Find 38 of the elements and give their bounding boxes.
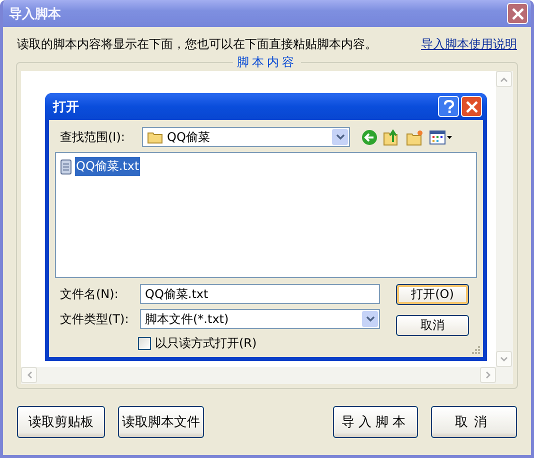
close-button[interactable] — [507, 3, 528, 24]
dialog-title: 打开 — [53, 98, 80, 116]
close-icon — [512, 8, 524, 20]
instruction-text: 读取的脚本内容将显示在下面，您也可以在下面直接粘贴脚本内容。 — [17, 36, 377, 52]
file-item[interactable]: QQ偷菜.txt — [75, 157, 140, 176]
file-name-field[interactable]: QQ偷菜.txt — [140, 284, 380, 304]
text-file-icon — [60, 158, 72, 174]
file-type-dropdown[interactable]: 脚本文件(*.txt) — [140, 309, 380, 329]
close-button[interactable] — [461, 96, 482, 117]
window-title: 导入脚本 — [9, 6, 62, 22]
help-link[interactable]: 导入脚本使用说明 — [421, 36, 517, 52]
help-icon — [442, 100, 454, 114]
look-in-label: 查找范围(I): — [59, 128, 126, 146]
help-button[interactable] — [438, 96, 459, 117]
file-name-label: 文件名(N): — [59, 286, 120, 302]
read-clipboard-button[interactable]: 读取剪贴板 — [17, 406, 105, 438]
vertical-scrollbar[interactable] — [496, 71, 513, 384]
view-menu-icon[interactable] — [429, 130, 453, 144]
read-only-label: 以只读方式打开(R) — [155, 335, 257, 352]
file-type-label: 文件类型(T): — [59, 310, 130, 328]
new-folder-icon[interactable] — [406, 128, 424, 146]
scroll-up-button[interactable] — [496, 71, 512, 87]
horizontal-scrollbar[interactable] — [21, 367, 496, 384]
close-icon — [466, 100, 478, 112]
import-button[interactable]: 导入脚本 — [333, 406, 418, 438]
group-title: 脚本内容 — [233, 55, 301, 69]
scroll-right-button[interactable] — [480, 367, 496, 383]
look-in-dropdown[interactable]: QQ偷菜 — [142, 127, 350, 147]
script-text-area[interactable]: 打开 查找范围(I): QQ偷菜 QQ偷菜.txt 文件名(N): QQ偷菜.txt 文件类型(T): 脚本文件(*.txt) 以只读方式打开(R) 打开(O) 取消 — [21, 71, 513, 384]
read-only-checkbox[interactable] — [138, 337, 151, 350]
folder-icon — [147, 130, 163, 144]
cancel-button[interactable]: 取消 — [431, 406, 517, 438]
read-file-button[interactable]: 读取脚本文件 — [118, 406, 204, 438]
resize-grip-icon[interactable] — [471, 345, 481, 355]
open-button[interactable]: 打开(O) — [396, 284, 469, 305]
cancel-button[interactable]: 取消 — [396, 315, 469, 336]
scroll-left-button[interactable] — [21, 367, 37, 383]
scroll-down-button[interactable] — [496, 351, 512, 367]
